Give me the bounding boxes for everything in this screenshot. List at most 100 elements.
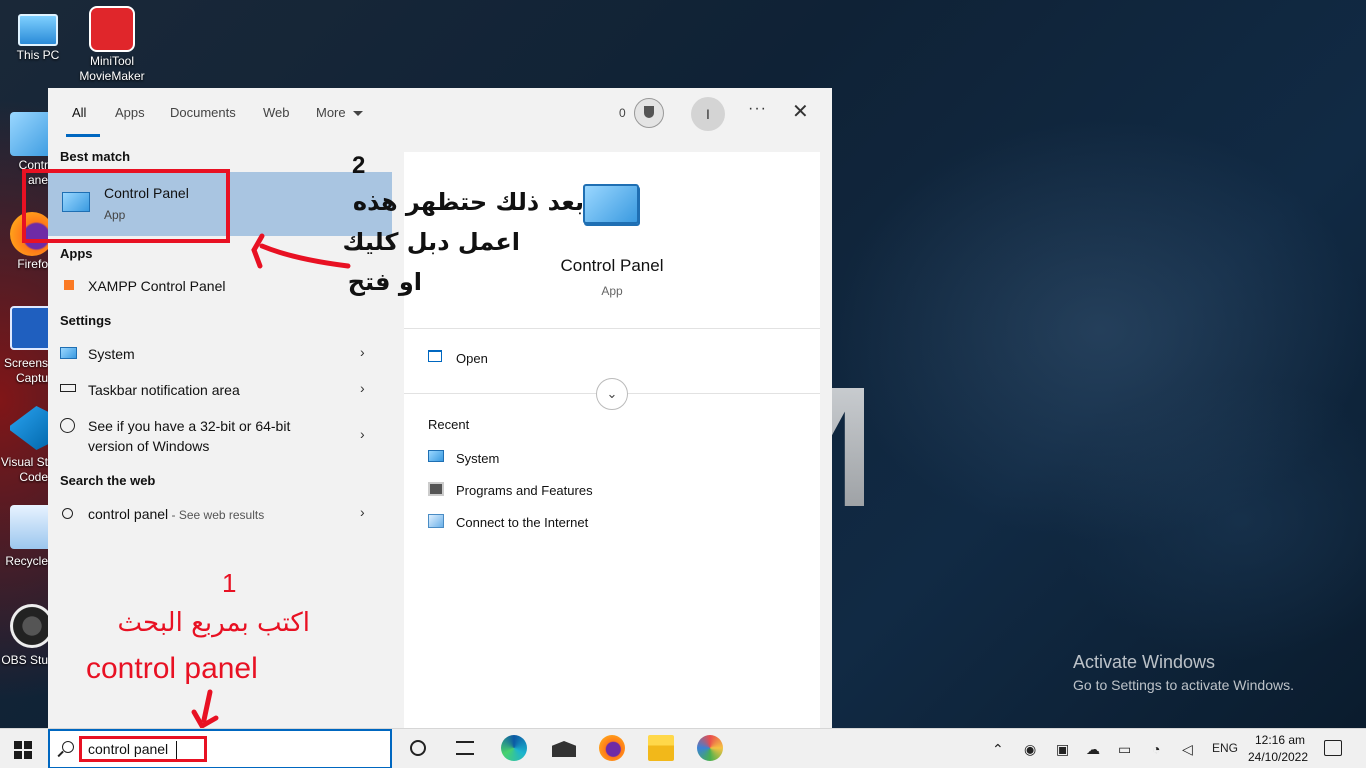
detail-subtitle: App [601, 284, 623, 298]
paint-icon[interactable] [697, 735, 723, 761]
annotation-step-1: 1 [222, 568, 237, 598]
network-icon [428, 514, 444, 528]
start-button[interactable] [0, 729, 48, 768]
detail-title: Control Panel [560, 256, 664, 275]
windows-logo-icon [24, 741, 32, 749]
recent-label: Connect to the Internet [456, 515, 589, 530]
avatar[interactable]: I [691, 97, 725, 131]
annotation-step-2: 2 [352, 152, 366, 179]
cloud-icon[interactable]: ☁ [1086, 741, 1100, 758]
xampp-icon [64, 280, 74, 290]
clock-time[interactable]: 12:16 am [1250, 733, 1310, 747]
volume-muted-icon[interactable]: ◁ [1182, 741, 1193, 758]
setting-label: Taskbar notification area [88, 382, 240, 398]
close-icon[interactable]: ✕ [792, 101, 809, 123]
tab-web[interactable]: Web [263, 105, 290, 120]
filter-bar: All Apps Documents Web More 0 I ··· ✕ [48, 88, 832, 138]
app-name-match: Control Panel [140, 278, 226, 294]
tab-apps[interactable]: Apps [115, 105, 145, 120]
desktop-icon-label: OBS Stu [1, 653, 48, 667]
annotation-highlight-best-match [22, 169, 230, 243]
taskbar-icon [60, 384, 76, 392]
minitool-icon [89, 6, 135, 52]
desktop-icon-label: Screens [3, 356, 48, 370]
clock-date[interactable]: 24/10/2022 [1246, 750, 1310, 764]
trophy-icon[interactable] [634, 98, 664, 128]
record-icon[interactable]: ◉ [1024, 741, 1036, 758]
info-icon [60, 418, 75, 433]
desktop-icon-label: Firefo [17, 257, 48, 271]
monitor-icon [60, 347, 77, 359]
cortana-icon[interactable] [405, 735, 431, 761]
desktop-icon-this-pc[interactable]: This PC [0, 10, 76, 63]
more-options-icon[interactable]: ··· [748, 100, 767, 118]
desktop-icon-minitool[interactable]: MiniTool MovieMaker [74, 6, 150, 84]
chevron-right-icon[interactable]: › [360, 426, 365, 442]
edge-icon[interactable] [501, 735, 527, 761]
setting-label-line2: version of Windows [88, 438, 210, 454]
programs-icon [428, 482, 444, 496]
section-settings: Settings [60, 313, 112, 328]
chevron-down-icon [353, 111, 363, 116]
recent-label: System [456, 451, 500, 466]
control-panel-icon [583, 184, 639, 224]
taskbar: control panel ⌃ ◉ ▣ ☁ ▭ ◔ ◁ ENG 12:16 am… [0, 728, 1366, 768]
activate-windows-title: Activate Windows [1073, 652, 1216, 672]
rewards-points: 0 [619, 106, 626, 120]
desktop-icon-label: Captu [15, 371, 48, 385]
desktop-icon-label: This PC [16, 48, 60, 62]
tab-all[interactable]: All [72, 105, 86, 120]
activate-windows-subtitle: Go to Settings to activate Windows. [1073, 677, 1294, 693]
annotation-step-2-line3: او فتح [347, 268, 422, 296]
search-icon [62, 741, 74, 753]
annotation-highlight-search [79, 736, 207, 762]
annotation-step-1-line1: اكتب بمربع البحث [117, 608, 311, 638]
app-name-prefix: XAMPP [88, 278, 141, 294]
battery-icon[interactable]: ▭ [1118, 741, 1131, 758]
windows-logo-icon [14, 751, 22, 759]
chevron-right-icon[interactable]: › [360, 380, 365, 396]
chevron-right-icon[interactable]: › [360, 344, 365, 360]
desktop-icon-label: Recycle [5, 554, 48, 568]
setting-label: System [88, 346, 135, 362]
recent-heading: Recent [428, 417, 470, 432]
computer-icon [18, 14, 58, 46]
monitor-icon [428, 450, 444, 462]
task-view-icon[interactable] [452, 735, 478, 761]
windows-logo-icon [24, 751, 32, 759]
chevron-up-icon[interactable]: ⌃ [992, 741, 1004, 758]
desktop-icon-label: MiniTool [89, 54, 134, 68]
windows-logo-icon [14, 741, 22, 749]
language-indicator[interactable]: ENG [1212, 741, 1238, 755]
annotation-step-1-line2: control panel [86, 652, 258, 685]
tab-documents[interactable]: Documents [170, 105, 236, 120]
meet-icon[interactable]: ▣ [1056, 741, 1069, 758]
annotation-arrow-to-search [191, 689, 219, 730]
section-search-web: Search the web [60, 473, 156, 488]
search-icon [62, 508, 73, 519]
setting-label-line1: See if you have a 32-bit or 64-bit [88, 418, 291, 434]
desktop-icon-label: MovieMaker [79, 69, 145, 83]
web-query: control panel [88, 506, 169, 522]
chevron-right-icon[interactable]: › [360, 504, 365, 520]
expand-button[interactable]: ⌄ [596, 378, 628, 410]
firefox-icon[interactable] [599, 735, 625, 761]
annotation-step-2-line2: اعمل دبل كليك [342, 228, 521, 256]
recent-label: Programs and Features [456, 483, 593, 498]
active-tab-indicator [66, 134, 100, 137]
wifi-icon[interactable]: ◔ [1152, 741, 1160, 757]
open-label: Open [456, 351, 488, 366]
open-icon [428, 350, 442, 362]
section-apps: Apps [60, 246, 93, 261]
mail-icon[interactable] [551, 735, 577, 761]
tab-more[interactable]: More [316, 105, 346, 120]
divider [404, 328, 820, 329]
desktop-icon-label: Visual St [0, 455, 48, 469]
notifications-icon[interactable] [1324, 740, 1342, 756]
file-explorer-icon[interactable] [648, 735, 674, 761]
annotation-arrow-to-best-match [251, 233, 351, 269]
web-suffix: - See web results [168, 508, 265, 522]
annotation-step-2-line1: بعد ذلك حتظهر هذه [352, 188, 584, 216]
section-best-match: Best match [60, 149, 131, 164]
desktop-icon-label: Code [19, 470, 48, 484]
